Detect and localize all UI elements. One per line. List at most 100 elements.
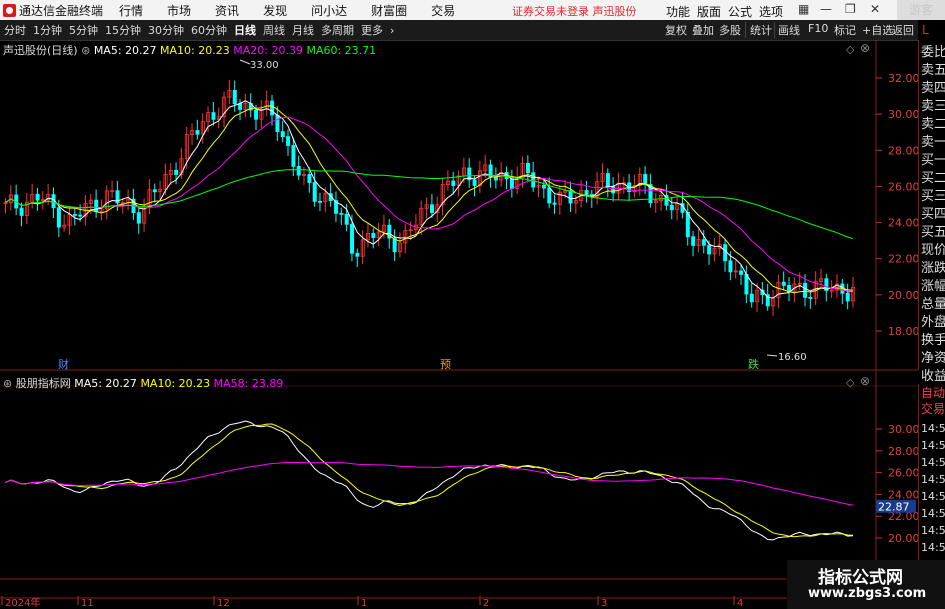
stock-name: 声迅股份(日线) [3,44,78,57]
candle-body [552,202,557,205]
quote-field-label: 买五 [921,225,945,240]
date-tick-label: 4 [737,598,743,609]
indicator-name: 股朋指标网 [15,377,71,390]
candle-body [541,184,546,189]
quote-field-label: 买四 [921,207,945,222]
candle-body [344,213,349,225]
candle-body [291,145,296,167]
quote-field-label: 卖二 [921,117,945,132]
candle-body [472,179,477,186]
quote-field-label: 净资 [921,351,945,366]
sub-tick-label: 24.00 [888,488,920,501]
price-chart[interactable]: 32.00 30.00 28.00 26.00 24.00 22.00 20.00 18.00… [0,0,945,609]
candle-body [611,186,616,194]
candle-body [643,173,648,185]
quote-field-label: 涨跌 [921,261,945,276]
candle-body [270,100,275,116]
candle-body [605,173,610,187]
quote-field-label: 委比 [921,45,945,60]
watermark-title: 指标公式网 [818,568,903,588]
tick-time: 14:56 [921,541,945,554]
candle-body [355,252,360,257]
quote-field-label: 卖五 [921,63,945,78]
quote-panel: 委比 卖五 卖四 卖三 卖二 卖一 买一 买二 买三 买四 买五 现价 涨跌 涨幅 总量 外盘 换手 净资 收益 [918,40,945,384]
quote-field-label: 卖一 [921,135,945,150]
candle-body [211,112,216,120]
tick-time: 14:56 [921,456,945,469]
candle-body [339,212,344,215]
candle-body [509,178,514,189]
settings-icon[interactable]: ⊛ [3,377,12,390]
tick-time: 14:56 [921,439,945,452]
sub-legend-ma10: MA10: 20.23 [140,377,211,390]
candle-body [312,182,317,202]
candle-body [280,131,285,138]
high-price-pointer [239,59,251,65]
tick-time: 14:56 [921,473,945,486]
candle-body [723,244,728,262]
candle-body [35,193,40,201]
quote-field-label: 总量 [921,297,945,312]
candle-body [152,189,157,193]
date-tick-label: 3 [601,598,607,609]
legend-ma60: MA60: 23.71 [306,44,377,57]
date-tick-label: 1 [361,598,367,609]
diamond-icon[interactable]: ◇ [846,43,854,56]
quote-field-label: 买一 [921,153,945,168]
tick-time: 14:56 [921,422,945,435]
candle-body [525,162,530,174]
settings-icon[interactable]: ⊛ [81,44,90,57]
price-tick-label: 30.00 [888,108,920,121]
quote-field-label: 涨幅 [921,279,945,294]
tick-header: 交易 [921,402,945,416]
date-tick-label: 11 [81,598,94,609]
candle-body [232,90,237,105]
high-price-label: 33.00 [250,60,279,71]
candle-body [803,282,808,298]
tick-panel: 自动交易14:5614:5614:5614:5614:5614:5614:561… [918,384,945,579]
candle-body [318,200,323,203]
sub-legend-ma58: MA58: 23.89 [213,377,284,390]
low-price-pointer [766,354,778,357]
sub-tick-label: 20.00 [888,532,920,545]
price-tick-label: 32.00 [888,72,920,85]
candle-body [669,204,674,211]
close-icon[interactable]: ⊗ [860,41,870,55]
candle-body [739,270,744,275]
candle-body [707,244,712,255]
tick-time: 14:56 [921,490,945,503]
candle-body [371,233,376,239]
price-tick-label: 28.00 [888,144,920,157]
candle-body [392,237,397,253]
sub-tick-label: 30.00 [888,423,920,436]
candle-body [72,214,77,216]
quote-field-label: 买三 [921,189,945,204]
candle-body [547,187,552,204]
sub-tick-label: 26.00 [888,467,920,480]
date-tick-label: 2 [483,598,489,609]
date-tick-label: 12 [217,598,230,609]
candle-body [808,297,813,299]
sub-tick-label: 28.00 [888,445,920,458]
candle-body [254,109,259,120]
candle-body [296,165,301,176]
sub-ma5-line [5,420,854,541]
candle-body [238,103,243,110]
candle-body [56,207,61,228]
quote-field-label: 卖四 [921,81,945,96]
sub-ma10-line [5,423,854,538]
close-icon[interactable]: ⊗ [860,374,870,388]
main-legend: 声迅股份(日线) ⊛ MA5: 20.27 MA10: 20.23 MA20: … [3,42,376,58]
watermark-url: www.zbgs3.com [808,586,927,601]
candle-body [749,293,754,303]
diamond-icon[interactable]: ◇ [846,376,854,389]
legend-ma5: MA5: 20.27 [93,44,157,57]
candle-body [744,274,749,295]
event-marker-yu: 预 [440,358,451,371]
current-value-label: 22.87 [878,501,910,514]
candle-body [307,174,312,183]
price-tick-label: 18.00 [888,325,920,338]
candle-body [275,114,280,133]
candle-body [94,199,99,213]
candle-body [568,190,573,204]
